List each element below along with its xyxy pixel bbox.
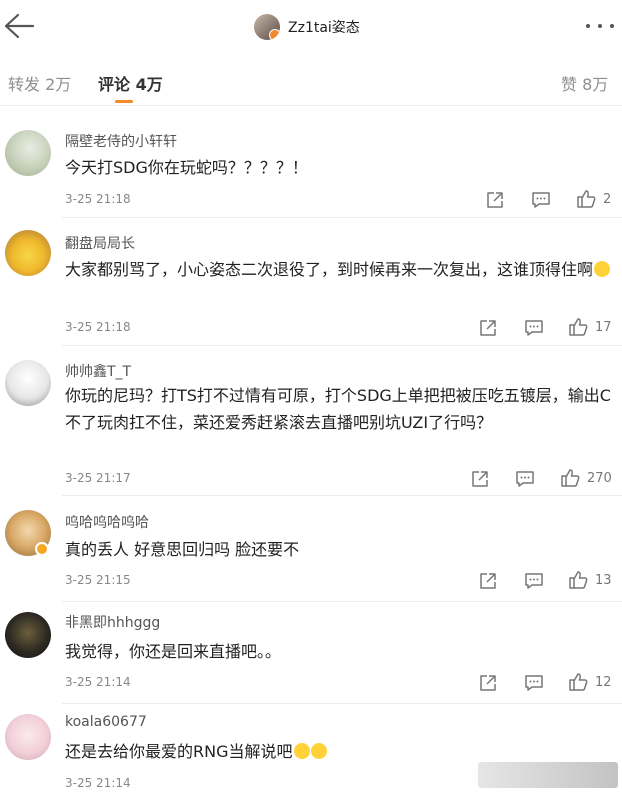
tab-likes[interactable]: 赞 8万 — [561, 71, 608, 95]
comment-username[interactable]: 呜哈呜哈呜哈 — [65, 512, 149, 532]
share-icon[interactable] — [478, 318, 500, 338]
reply-icon[interactable] — [524, 673, 546, 693]
comment-time: 3-25 21:14 — [65, 675, 131, 689]
comment-item: 翻盘局局长 大家都别骂了，小心姿态二次退役了，到时候再来一次复出，这谁顶得住啊 … — [0, 218, 622, 346]
tab-comments[interactable]: 评论 4万 — [98, 71, 163, 95]
comment-text: 我觉得，你还是回来直播吧。。 — [65, 642, 282, 661]
comment-text: 真的丢人 好意思回归吗 脸还要不 — [65, 540, 300, 559]
share-icon[interactable] — [485, 190, 507, 210]
thumbs-up-icon[interactable] — [568, 317, 590, 337]
watermark — [478, 762, 618, 788]
active-tab-indicator — [115, 100, 133, 103]
avatar[interactable] — [5, 130, 51, 176]
comment-username[interactable]: 翻盘局局长 — [65, 233, 135, 253]
blogger-avatar — [254, 14, 280, 40]
reply-icon[interactable] — [515, 469, 537, 489]
comment-item: 隔壁老侍的小轩轩 今天打SDG你在玩蛇吗？？？？！ 3-25 21:18 2 — [0, 114, 622, 218]
blogger-title[interactable]: Zz1tai姿态 — [254, 12, 360, 42]
comment-text: 你玩的尼玛？打TS打不过情有可原，打个SDG上单把把被压吃五镀层，输出C不了玩肉… — [65, 386, 611, 432]
comment-item: 非黑即hhhggg 我觉得，你还是回来直播吧。。 3-25 21:14 12 — [0, 602, 622, 704]
comment-username[interactable]: 帅帅鑫T_T — [65, 361, 131, 381]
comment-text: 大家都别骂了，小心姿态二次退役了，到时候再来一次复出，这谁顶得住啊 — [65, 260, 594, 279]
comment-text: 还是去给你最爱的RNG当解说吧 — [65, 742, 293, 761]
avatar[interactable] — [5, 714, 51, 760]
smirk-emoji-icon — [594, 261, 611, 277]
back-arrow-icon[interactable] — [2, 10, 36, 42]
thumbs-up-icon[interactable] — [568, 672, 590, 692]
tab-reposts[interactable]: 转发 2万 — [8, 71, 71, 95]
like-count: 12 — [595, 675, 612, 690]
thumbs-up-icon[interactable] — [576, 189, 598, 209]
avatar[interactable] — [5, 612, 51, 658]
comment-username[interactable]: 隔壁老侍的小轩轩 — [65, 131, 177, 151]
comment-time: 3-25 21:14 — [65, 776, 131, 790]
comment-text: 今天打SDG你在玩蛇吗？？？？！ — [65, 158, 308, 177]
reply-icon[interactable] — [524, 318, 546, 338]
like-count: 2 — [603, 192, 612, 207]
comment-username[interactable]: 非黑即hhhggg — [65, 612, 160, 632]
like-count: 13 — [595, 573, 612, 588]
thumbs-up-icon[interactable] — [560, 468, 582, 488]
comment-time: 3-25 21:18 — [65, 320, 131, 334]
comment-time: 3-25 21:17 — [65, 471, 131, 485]
comment-time: 3-25 21:18 — [65, 192, 131, 206]
comment-username[interactable]: koala60677 — [65, 714, 147, 730]
reply-icon[interactable] — [531, 190, 553, 210]
comment-item: 呜哈呜哈呜哈 真的丢人 好意思回归吗 脸还要不 3-25 21:15 13 — [0, 496, 622, 602]
sleepy-emoji-icon — [293, 743, 310, 759]
thumbs-up-icon[interactable] — [568, 570, 590, 590]
more-dots-icon[interactable] — [586, 16, 614, 36]
share-icon[interactable] — [478, 673, 500, 693]
avatar[interactable] — [5, 360, 51, 406]
like-count: 17 — [595, 320, 612, 335]
tab-bar: 转发 2万 评论 4万 赞 8万 — [0, 54, 622, 106]
vip-badge-icon — [35, 542, 49, 556]
comment-time: 3-25 21:15 — [65, 573, 131, 587]
like-count: 270 — [587, 471, 612, 486]
sleepy-emoji-icon — [310, 743, 327, 759]
comment-item: 帅帅鑫T_T 你玩的尼玛？打TS打不过情有可原，打个SDG上单把把被压吃五镀层，… — [0, 346, 622, 496]
share-icon[interactable] — [478, 571, 500, 591]
share-icon[interactable] — [470, 469, 492, 489]
reply-icon[interactable] — [524, 571, 546, 591]
avatar[interactable] — [5, 230, 51, 276]
page-title: Zz1tai姿态 — [288, 20, 360, 36]
top-bar: Zz1tai姿态 — [0, 0, 622, 54]
